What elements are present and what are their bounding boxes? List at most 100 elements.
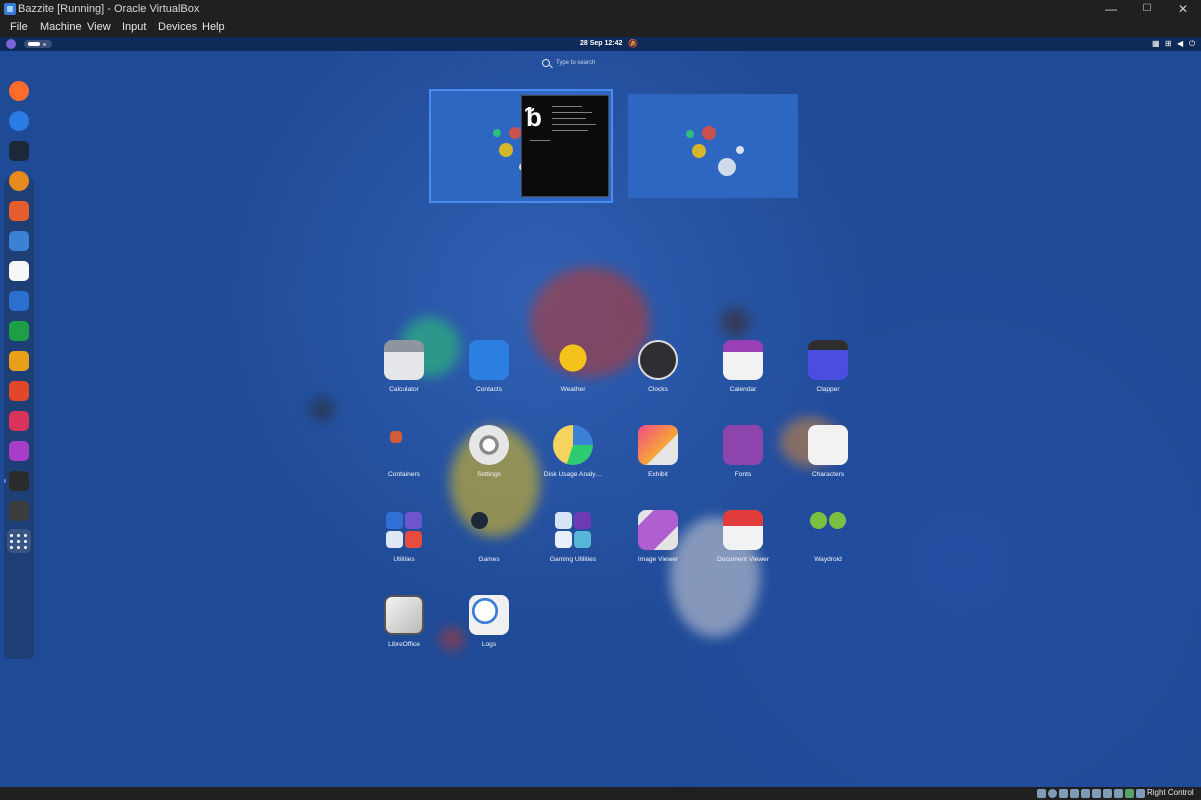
dash-item-store[interactable] — [7, 199, 31, 223]
menu-input[interactable]: Input — [122, 21, 146, 33]
calculator-glyph — [384, 340, 424, 380]
app-games-folder[interactable]: Games — [447, 506, 531, 590]
wallpaper-decoration — [310, 397, 334, 421]
menu-file[interactable]: File — [10, 21, 28, 33]
workspace-indicator[interactable] — [24, 40, 52, 48]
wallpaper-sticker — [493, 129, 501, 137]
close-button[interactable]: ✕ — [1165, 0, 1201, 18]
app-clapper[interactable]: Clapper — [786, 336, 870, 420]
maximize-button[interactable]: ☐ — [1129, 0, 1165, 18]
menu-devices[interactable]: Devices — [158, 21, 197, 33]
app-gaming-utilities-folder[interactable]: Gaming Utilities — [531, 506, 615, 590]
dash-item-terminal[interactable] — [4, 469, 31, 493]
power-icon[interactable]: ⏻ — [1189, 39, 1195, 49]
dash-item-firefox[interactable] — [7, 79, 31, 103]
app-logs[interactable]: Logs — [447, 591, 531, 675]
app-containers[interactable]: Containers — [362, 421, 446, 505]
dash-item-system-monitor[interactable] — [7, 499, 31, 523]
menu-help[interactable]: Help — [202, 21, 225, 33]
app-calculator[interactable]: Calculator — [362, 336, 446, 420]
wallpaper-sticker — [736, 146, 744, 154]
menu-view[interactable]: View — [87, 21, 111, 33]
workspace-thumbnail-2[interactable] — [628, 94, 798, 198]
app-label: Fonts — [734, 471, 752, 478]
app-libreoffice[interactable]: LibreOffice — [362, 591, 446, 675]
layout-icon[interactable]: ▦ — [1152, 39, 1160, 48]
base-icon — [9, 441, 29, 461]
dash-item-calc[interactable] — [7, 319, 31, 343]
network-icon[interactable]: ⊞ — [1165, 39, 1172, 48]
volume-icon[interactable]: ◀ — [1177, 39, 1183, 48]
menu-machine[interactable]: Machine — [40, 21, 82, 33]
folder-app-preview — [405, 531, 422, 548]
cpu-activity-icon[interactable] — [1125, 789, 1134, 798]
dash-item-notes[interactable] — [7, 259, 31, 283]
dash-item-steam[interactable] — [7, 139, 31, 163]
image-viewer-glyph — [638, 510, 678, 550]
activities-icon[interactable] — [6, 39, 16, 49]
app-exhibit[interactable]: Exhibit — [616, 421, 700, 505]
app-waydroid[interactable]: Waydroid — [786, 506, 870, 590]
app-calendar[interactable]: Calendar — [701, 336, 785, 420]
clock[interactable]: 28 Sep 12:42 — [580, 40, 622, 47]
folder-app-preview — [574, 531, 591, 548]
app-settings[interactable]: Settings — [447, 421, 531, 505]
terminal-line — [530, 140, 550, 141]
app-label: Weather — [560, 386, 586, 393]
dash-item-writer[interactable] — [7, 289, 31, 313]
vm-status-bar: Right Control — [0, 787, 1201, 800]
app-document-viewer[interactable]: Document Viewer — [701, 506, 785, 590]
display-icon[interactable] — [1103, 789, 1112, 798]
dash-item-impress[interactable] — [7, 349, 31, 373]
app-clocks[interactable]: Clocks — [616, 336, 700, 420]
system-monitor-icon — [9, 501, 29, 521]
wallpaper-sticker — [686, 130, 694, 138]
dash-item-math[interactable] — [7, 409, 31, 433]
recording-icon[interactable] — [1114, 789, 1123, 798]
document-viewer-icon — [723, 510, 763, 550]
dash-item-base[interactable] — [7, 439, 31, 463]
gaming-utilities-folder-icon — [553, 510, 593, 550]
usb-icon[interactable] — [1081, 789, 1090, 798]
shared-folders-icon[interactable] — [1092, 789, 1101, 798]
dash-item-media-player[interactable] — [7, 169, 31, 193]
clocks-glyph — [638, 340, 678, 380]
app-characters[interactable]: Characters — [786, 421, 870, 505]
folder-app-preview — [810, 512, 827, 529]
calculator-icon — [384, 340, 424, 380]
app-label: Games — [478, 556, 500, 563]
terminal-line — [552, 124, 596, 125]
app-utilities-folder[interactable]: Utilities — [362, 506, 446, 590]
minimize-button[interactable]: — — [1093, 0, 1129, 18]
network-adapter-icon[interactable] — [1070, 789, 1079, 798]
logs-glyph — [469, 595, 509, 635]
mouse-integration-icon[interactable] — [1136, 789, 1145, 798]
characters-glyph — [808, 425, 848, 465]
dash-item-draw[interactable] — [7, 379, 31, 403]
libreoffice-glyph — [384, 595, 424, 635]
dash-item-thunderbird[interactable] — [7, 109, 31, 133]
app-label: Exhibit — [648, 471, 668, 478]
terminal-window-preview[interactable]: ᵬ — [521, 95, 609, 197]
writer-icon — [9, 291, 29, 311]
notifications-muted-icon[interactable]: 🔕 — [628, 39, 638, 48]
document-viewer-glyph — [723, 510, 763, 550]
image-viewer-icon — [638, 510, 678, 550]
search-entry[interactable]: Type to search — [538, 59, 668, 71]
running-indicator — [4, 479, 6, 483]
dash-item-text-editor[interactable] — [7, 229, 31, 253]
audio-icon[interactable] — [1059, 789, 1068, 798]
guest-screen[interactable]: 28 Sep 12:42 🔕 ▦ ⊞ ◀ ⏻ Type to search ᵬ — [0, 37, 1201, 787]
app-image-viewer[interactable]: Image Viewer — [616, 506, 700, 590]
optical-drive-icon[interactable] — [1048, 789, 1057, 798]
dash-item-show-apps[interactable] — [7, 529, 31, 553]
draw-icon — [9, 381, 29, 401]
logs-icon — [469, 595, 509, 635]
hdd-icon[interactable] — [1037, 789, 1046, 798]
app-weather[interactable]: Weather — [531, 336, 615, 420]
workspace-thumbnail-1[interactable]: ᵬ — [429, 89, 613, 203]
menu-bar: File Machine View Input Devices Help — [0, 18, 1201, 37]
app-contacts[interactable]: Contacts — [447, 336, 531, 420]
app-fonts[interactable]: Fonts — [701, 421, 785, 505]
app-disk-usage[interactable]: Disk Usage Analy… — [531, 421, 615, 505]
